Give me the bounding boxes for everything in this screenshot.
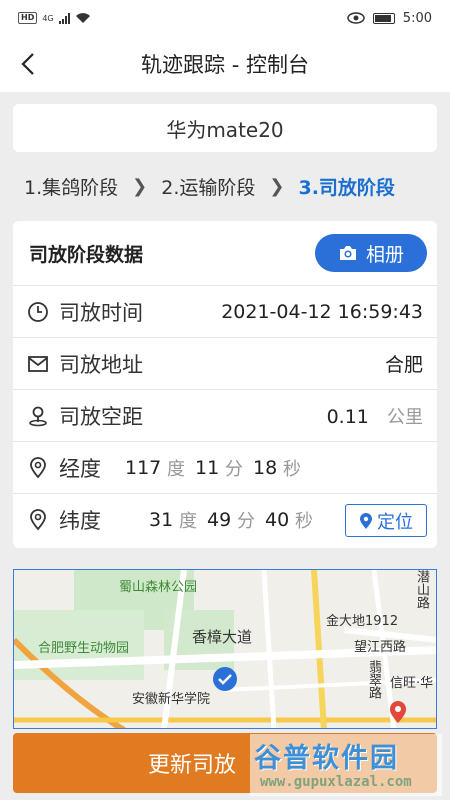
- locate-button-label: 定位: [377, 511, 413, 533]
- status-bar: HD 4G 5:00: [0, 0, 450, 36]
- distance-number: 0.11: [326, 405, 369, 428]
- network-type: 4G: [42, 13, 54, 23]
- wifi-icon: [75, 13, 90, 23]
- clock-icon: [28, 302, 48, 322]
- album-button[interactable]: 相册: [315, 234, 427, 272]
- location-pin-icon: [360, 512, 372, 529]
- release-distance-value: 0.11 公里: [327, 403, 423, 429]
- page-title: 轨迹跟踪 - 控制台: [141, 53, 309, 77]
- device-name-box[interactable]: 华为mate20: [13, 104, 437, 152]
- longitude-label: 经度: [59, 456, 101, 481]
- device-name: 华为mate20: [166, 117, 284, 142]
- release-time-value[interactable]: 2021-04-12 16:59:43: [221, 301, 423, 323]
- map-pin-icon: [30, 509, 46, 531]
- latitude-min: 49: [207, 508, 232, 531]
- map-label-park: 蜀山森林公园: [119, 580, 198, 595]
- eye-icon: [347, 12, 365, 24]
- stage-steps: 1.集鸽阶段 ❯ 2.运输阶段 ❯ 3.司放阶段: [0, 166, 450, 206]
- sec-unit: 秒: [283, 458, 301, 480]
- min-unit: 分: [237, 510, 255, 532]
- camera-icon: [339, 246, 356, 260]
- longitude-min: 11: [195, 456, 220, 479]
- latitude-deg: 31: [149, 508, 174, 531]
- release-time-row: 司放时间 2021-04-12 16:59:43: [13, 285, 437, 338]
- map-label-road2: 望江西路: [354, 640, 407, 655]
- step-release[interactable]: 3.司放阶段: [298, 173, 394, 200]
- deg-unit: 度: [167, 458, 185, 480]
- release-time-label: 司放时间: [59, 300, 143, 325]
- map-label-school: 安徽新华学院: [132, 692, 211, 707]
- distance-unit: 公里: [387, 406, 423, 428]
- longitude-value[interactable]: 117 度 11 分 18 秒: [125, 455, 311, 481]
- longitude-sec: 18: [253, 456, 278, 479]
- release-data-card: 司放阶段数据 相册 司放时间 2021-04-12 16:59:43 司放地址 …: [13, 221, 437, 548]
- min-unit: 分: [225, 458, 243, 480]
- latitude-sec: 40: [265, 508, 290, 531]
- card-title: 司放阶段数据: [29, 243, 144, 266]
- chevron-right-icon: ❯: [269, 175, 285, 197]
- release-address-value[interactable]: 合肥: [385, 350, 423, 377]
- chevron-left-icon[interactable]: [16, 50, 44, 78]
- longitude-deg: 117: [125, 456, 162, 479]
- card-header: 司放阶段数据 相册: [13, 221, 437, 285]
- location-person-icon: [29, 406, 47, 427]
- map-label-zoo: 合肥野生动物园: [38, 641, 130, 656]
- status-time: 5:00: [402, 10, 432, 26]
- release-distance-row: 司放空距 0.11 公里: [13, 389, 437, 441]
- hd-badge: HD: [18, 12, 38, 24]
- map-label-building: 金大地1912: [326, 614, 399, 629]
- locate-button[interactable]: 定位: [345, 504, 427, 537]
- map-pin-icon: [30, 457, 46, 479]
- map-label-road3: 翡翠路: [366, 660, 381, 699]
- map-view[interactable]: 蜀山森林公园 合肥野生动物园 香樟大道 安徽新华学院 金大地1912 望江西路 …: [13, 569, 437, 729]
- status-left: HD 4G: [18, 12, 91, 24]
- mail-icon: [28, 356, 48, 372]
- release-address-row: 司放地址 合肥: [13, 337, 437, 390]
- map-label-road1: 香樟大道: [192, 628, 253, 646]
- release-distance-label: 司放空距: [59, 404, 143, 429]
- title-bar: 轨迹跟踪 - 控制台: [0, 36, 450, 92]
- map-pin-red-icon: [390, 701, 406, 723]
- marker-check-icon: [213, 667, 237, 691]
- map-label-road4: 潜山路: [414, 570, 429, 609]
- map-label-poi: 信旺·华: [390, 676, 434, 691]
- album-button-label: 相册: [365, 243, 404, 266]
- step-transport[interactable]: 2.运输阶段: [161, 173, 255, 200]
- longitude-row: 经度 117 度 11 分 18 秒: [13, 441, 437, 493]
- watermark-url: www.gupuxlazal.com: [260, 774, 412, 790]
- latitude-row: 纬度 31 度 49 分 40 秒 定位: [13, 493, 437, 545]
- signal-icon: [58, 12, 70, 24]
- latitude-value[interactable]: 31 度 49 分 40 秒: [149, 507, 323, 533]
- deg-unit: 度: [179, 510, 197, 532]
- watermark: 谷普软件园 www.gupuxlazal.com: [250, 734, 442, 796]
- update-release-button-label: 更新司放: [148, 753, 237, 778]
- latitude-label: 纬度: [59, 508, 101, 533]
- status-right: 5:00: [347, 11, 432, 26]
- watermark-title: 谷普软件园: [254, 743, 399, 774]
- step-collect[interactable]: 1.集鸽阶段: [24, 173, 118, 200]
- release-address-label: 司放地址: [59, 352, 143, 377]
- chevron-right-icon: ❯: [132, 175, 148, 197]
- sec-unit: 秒: [295, 510, 313, 532]
- battery-icon: [372, 12, 395, 24]
